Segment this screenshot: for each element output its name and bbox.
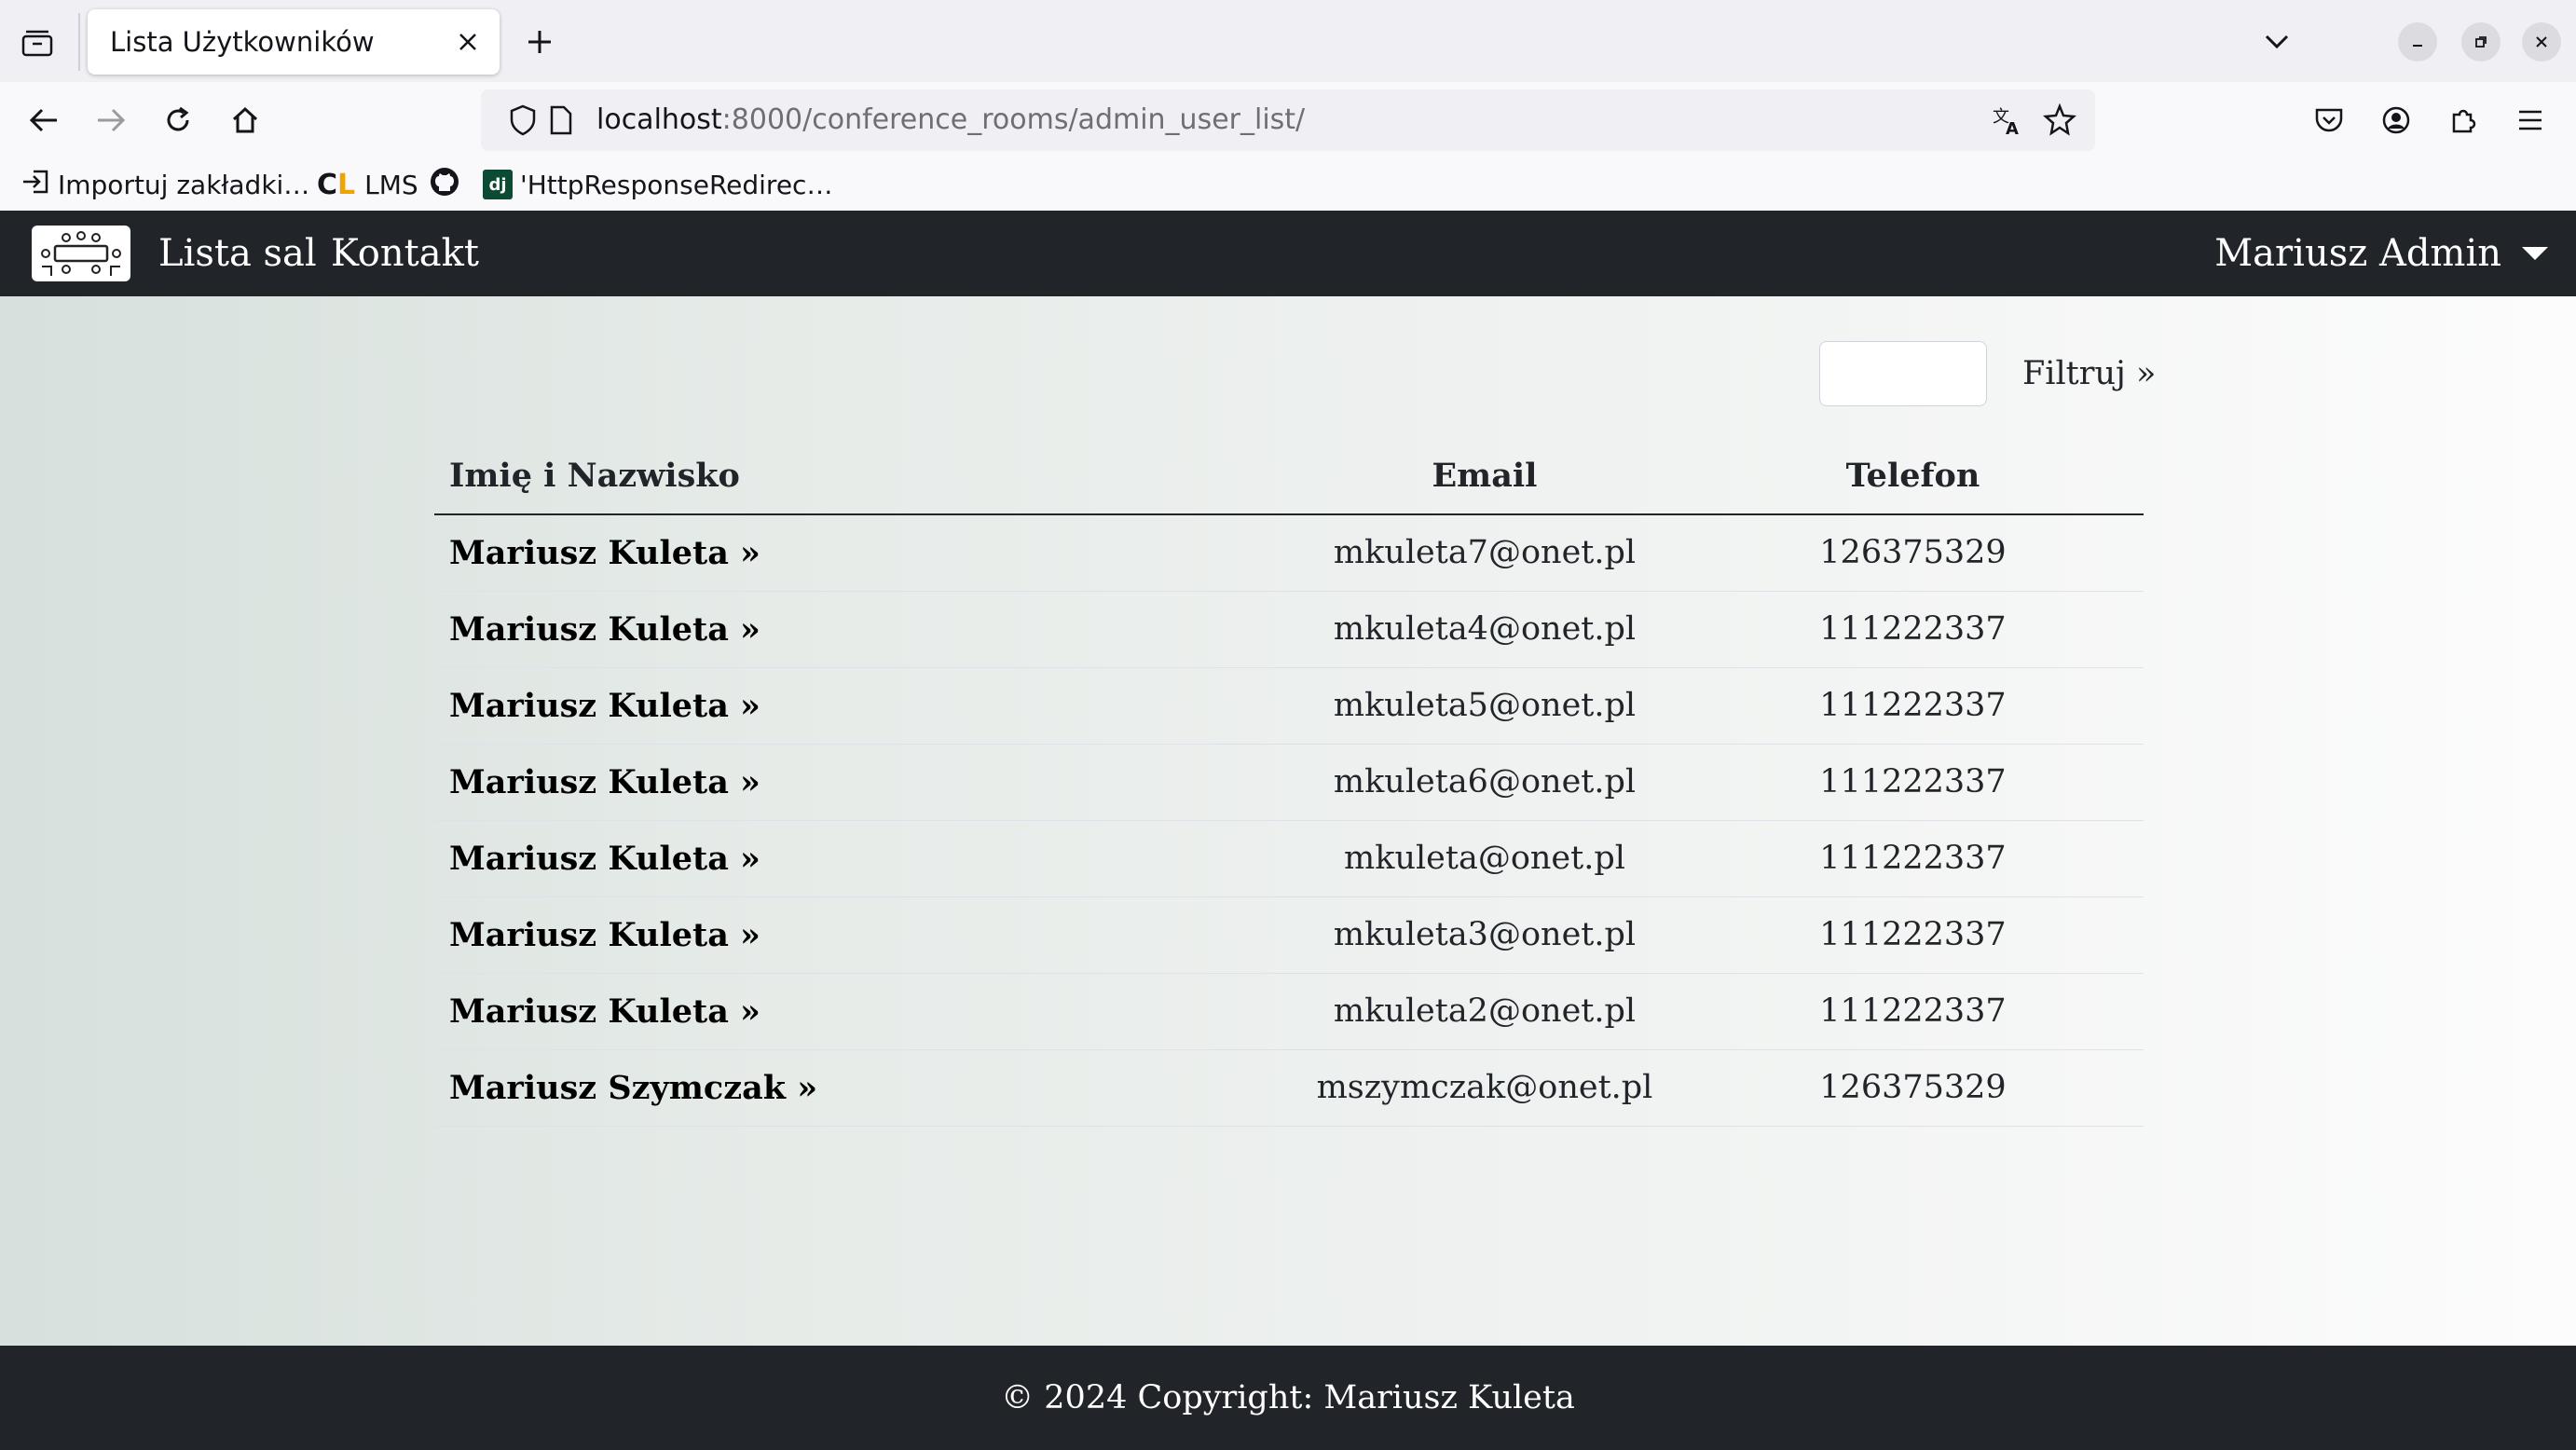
table-row: Mariusz Szymczak » mszymczak@onet.pl 126… bbox=[434, 1049, 2144, 1127]
user-dropdown[interactable]: Mariusz Admin bbox=[2214, 211, 2548, 296]
caret-down-icon bbox=[2522, 247, 2548, 260]
import-icon bbox=[21, 168, 50, 202]
browser-toolbar: localhost:8000/conference_rooms/admin_us… bbox=[0, 82, 2576, 158]
filter-button[interactable]: Filtruj » bbox=[2022, 341, 2156, 406]
user-phone: 111222337 bbox=[1718, 973, 2144, 1050]
conference-logo-icon[interactable] bbox=[32, 226, 130, 281]
bookmark-star-icon[interactable] bbox=[2042, 103, 2077, 141]
new-tab-icon[interactable] bbox=[518, 21, 561, 63]
shield-icon[interactable] bbox=[509, 104, 537, 140]
restore-icon[interactable] bbox=[2461, 22, 2501, 62]
nav-link-kontakt[interactable]: Kontakt bbox=[331, 211, 479, 296]
browser-tab[interactable]: Lista Użytkowników bbox=[88, 9, 500, 75]
user-name-link[interactable]: Mariusz Szymczak » bbox=[434, 1049, 1252, 1127]
user-email: mkuleta@onet.pl bbox=[1252, 820, 1718, 897]
tab-title: Lista Użytkowników bbox=[110, 26, 375, 58]
table-header-row: Imię i Nazwisko Email Telefon bbox=[434, 438, 2144, 515]
user-phone: 111222337 bbox=[1718, 591, 2144, 668]
translate-icon[interactable]: 文A bbox=[1991, 103, 2024, 141]
bookmark-lms[interactable]: CL LMS bbox=[317, 164, 418, 205]
close-tab-icon[interactable] bbox=[449, 23, 486, 61]
table-row: Mariusz Kuleta » mkuleta7@onet.pl 126375… bbox=[434, 514, 2144, 592]
chevron-down-icon[interactable] bbox=[2255, 21, 2298, 63]
forward-icon[interactable] bbox=[89, 99, 132, 142]
bookmark-label: LMS bbox=[364, 169, 418, 200]
bookmark-label: Importuj zakładki… bbox=[58, 169, 310, 200]
home-icon[interactable] bbox=[224, 99, 267, 142]
extensions-icon[interactable] bbox=[2442, 99, 2485, 142]
user-name-link[interactable]: Mariusz Kuleta » bbox=[434, 667, 1252, 745]
user-name-link[interactable]: Mariusz Kuleta » bbox=[434, 514, 1252, 592]
user-email: mkuleta3@onet.pl bbox=[1252, 896, 1718, 974]
user-phone: 111222337 bbox=[1718, 896, 2144, 974]
filter-input[interactable] bbox=[1819, 341, 1987, 406]
svg-text:A: A bbox=[2006, 119, 2019, 137]
user-email: mkuleta6@onet.pl bbox=[1252, 744, 1718, 821]
tab-list-icon[interactable] bbox=[17, 22, 58, 63]
main-content: Filtruj » Imię i Nazwisko Email Telefon … bbox=[0, 296, 2576, 1346]
user-name-link[interactable]: Mariusz Kuleta » bbox=[434, 820, 1252, 897]
bookmark-import[interactable]: Importuj zakładki… bbox=[21, 164, 309, 205]
user-name-link[interactable]: Mariusz Kuleta » bbox=[434, 973, 1252, 1050]
site-footer: © 2024 Copyright: Mariusz Kuleta bbox=[0, 1346, 2576, 1450]
url-bar[interactable]: localhost:8000/conference_rooms/admin_us… bbox=[481, 89, 2095, 151]
bookmark-github[interactable] bbox=[429, 164, 460, 205]
table-row: Mariusz Kuleta » mkuleta5@onet.pl 111222… bbox=[434, 667, 2144, 745]
menu-icon[interactable] bbox=[2509, 99, 2552, 142]
bookmarks-bar: Importuj zakładki… CL LMS dj 'HttpRespon… bbox=[0, 158, 2576, 211]
back-icon[interactable] bbox=[22, 99, 65, 142]
user-phone: 111222337 bbox=[1718, 667, 2144, 745]
user-name: Mariusz Admin bbox=[2214, 232, 2501, 275]
user-email: mszymczak@onet.pl bbox=[1252, 1049, 1718, 1127]
user-name-link[interactable]: Mariusz Kuleta » bbox=[434, 896, 1252, 974]
user-name-link[interactable]: Mariusz Kuleta » bbox=[434, 744, 1252, 821]
users-table: Imię i Nazwisko Email Telefon Mariusz Ku… bbox=[434, 438, 2144, 1127]
table-row: Mariusz Kuleta » mkuleta2@onet.pl 111222… bbox=[434, 973, 2144, 1050]
table-row: Mariusz Kuleta » mkuleta3@onet.pl 111222… bbox=[434, 896, 2144, 974]
user-email: mkuleta7@onet.pl bbox=[1252, 514, 1718, 592]
cl-logo-icon: CL bbox=[317, 168, 356, 201]
table-row: Mariusz Kuleta » mkuleta4@onet.pl 111222… bbox=[434, 591, 2144, 668]
user-email: mkuleta5@onet.pl bbox=[1252, 667, 1718, 745]
bookmark-label: 'HttpResponseRedirec… bbox=[520, 169, 833, 200]
user-phone: 111222337 bbox=[1718, 744, 2144, 821]
pocket-icon[interactable] bbox=[2308, 99, 2350, 142]
nav-link-lista-sal[interactable]: Lista sal bbox=[158, 211, 317, 296]
header-phone: Telefon bbox=[1718, 438, 2144, 515]
account-icon[interactable] bbox=[2375, 99, 2418, 142]
github-icon bbox=[429, 166, 460, 204]
header-email: Email bbox=[1252, 438, 1718, 515]
user-phone: 126375329 bbox=[1718, 514, 2144, 592]
user-phone: 126375329 bbox=[1718, 1049, 2144, 1127]
close-window-icon[interactable] bbox=[2522, 22, 2561, 62]
page-icon[interactable] bbox=[548, 104, 574, 140]
table-row: Mariusz Kuleta » mkuleta@onet.pl 1112223… bbox=[434, 820, 2144, 897]
user-phone: 111222337 bbox=[1718, 820, 2144, 897]
header-name: Imię i Nazwisko bbox=[434, 438, 1252, 515]
minimize-icon[interactable] bbox=[2398, 22, 2437, 62]
site-navbar: Lista sal Kontakt Mariusz Admin bbox=[0, 211, 2576, 296]
user-email: mkuleta2@onet.pl bbox=[1252, 973, 1718, 1050]
tab-separator bbox=[78, 13, 80, 71]
url-text[interactable]: localhost:8000/conference_rooms/admin_us… bbox=[596, 89, 1305, 151]
browser-tab-bar: Lista Użytkowników bbox=[0, 0, 2576, 82]
user-email: mkuleta4@onet.pl bbox=[1252, 591, 1718, 668]
reload-icon[interactable] bbox=[157, 99, 199, 142]
table-row: Mariusz Kuleta » mkuleta6@onet.pl 111222… bbox=[434, 744, 2144, 821]
footer-copyright: © 2024 Copyright: Mariusz Kuleta bbox=[1001, 1379, 1575, 1416]
bookmark-httpresponse[interactable]: dj 'HttpResponseRedirec… bbox=[483, 164, 832, 205]
django-icon: dj bbox=[483, 170, 513, 199]
user-name-link[interactable]: Mariusz Kuleta » bbox=[434, 591, 1252, 668]
